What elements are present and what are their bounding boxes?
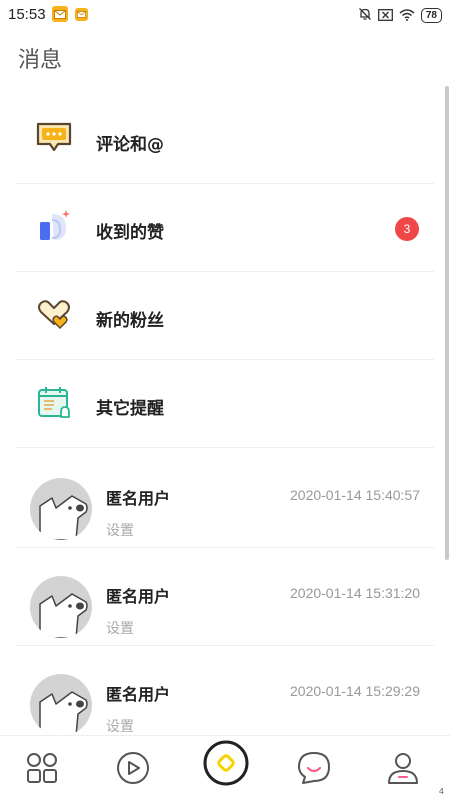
conversation-list: 匿名用户 2020-01-14 15:40:57 设置 匿名用户 2020-01…	[0, 450, 450, 744]
conversation-name: 匿名用户	[106, 489, 171, 508]
conversation-time: 2020-01-14 15:29:29	[290, 683, 420, 699]
page-indicator: 4	[438, 787, 444, 796]
wifi-icon	[399, 6, 415, 25]
status-time: 15:53	[8, 6, 46, 23]
status-icons: 78	[358, 6, 442, 25]
grid-icon[interactable]	[20, 746, 64, 790]
home-center-icon[interactable]	[203, 740, 249, 786]
status-bar: 15:53 78	[0, 0, 450, 30]
play-icon[interactable]	[111, 746, 155, 790]
bottom-nav: 4	[0, 735, 450, 800]
divider	[16, 447, 434, 448]
menu-label: 其它提醒	[96, 399, 164, 419]
conversation-time: 2020-01-14 15:40:57	[290, 487, 420, 503]
comment-bubble-icon	[34, 118, 74, 158]
conversation-preview: 设置	[106, 719, 134, 735]
sim-off-icon	[377, 6, 393, 25]
conversation-item[interactable]: 匿名用户 2020-01-14 15:29:29 设置	[0, 646, 450, 744]
like-thumb-icon	[34, 206, 74, 246]
page-title: 消息	[18, 48, 63, 73]
conversation-name: 匿名用户	[106, 685, 171, 704]
avatar	[30, 576, 92, 638]
conversation-item[interactable]: 匿名用户 2020-01-14 15:31:20 设置	[0, 548, 450, 646]
profile-icon[interactable]	[381, 746, 425, 790]
message-notification-icon	[75, 8, 88, 21]
menu-label: 收到的赞	[96, 223, 164, 243]
menu-item-likes[interactable]: 收到的赞 3	[0, 184, 450, 272]
avatar	[30, 674, 92, 736]
heart-fans-icon	[34, 294, 74, 334]
menu-item-other-reminders[interactable]: 其它提醒	[0, 360, 450, 448]
mail-notification-icon	[52, 6, 68, 22]
calendar-bell-icon	[34, 382, 74, 422]
menu-label: 新的粉丝	[96, 311, 164, 331]
conversation-preview: 设置	[106, 523, 134, 539]
conversation-preview: 设置	[106, 621, 134, 637]
avatar	[30, 478, 92, 540]
battery-indicator: 78	[420, 8, 442, 23]
conversation-time: 2020-01-14 15:31:20	[290, 585, 420, 601]
conversation-item[interactable]: 匿名用户 2020-01-14 15:40:57 设置	[0, 450, 450, 548]
unread-count-badge: 3	[395, 217, 419, 241]
chat-smile-icon[interactable]	[292, 746, 336, 790]
menu-item-comments[interactable]: 评论和@	[0, 96, 450, 184]
menu-item-new-fans[interactable]: 新的粉丝	[0, 272, 450, 360]
menu-label: 评论和@	[96, 135, 164, 155]
bell-muted-icon	[358, 6, 372, 25]
conversation-name: 匿名用户	[106, 587, 171, 606]
notification-menu: 评论和@ 收到的赞 3 新的粉丝 其它提醒	[0, 96, 450, 448]
